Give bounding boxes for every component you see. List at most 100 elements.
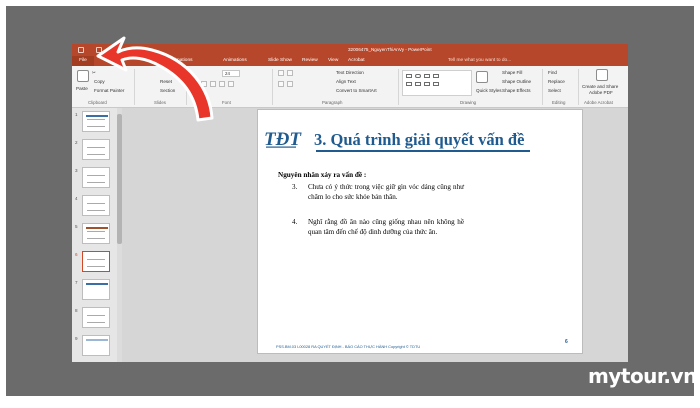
scissors-icon[interactable]: ✂ bbox=[92, 70, 96, 76]
group-clipboard: Clipboard bbox=[88, 100, 107, 105]
redo-icon[interactable] bbox=[114, 47, 120, 53]
thumb-number: 9 bbox=[75, 336, 78, 341]
shape-fill-button[interactable]: Shape Fill bbox=[502, 70, 522, 75]
quick-styles-button[interactable]: Quick Styles bbox=[476, 88, 502, 93]
slide-title[interactable]: 3. Quá trình giải quyết vấn đề bbox=[314, 130, 524, 150]
ribbon-tabs: File nimations Animations Slide Show Rev… bbox=[72, 56, 628, 66]
save-icon[interactable] bbox=[78, 47, 84, 53]
title-underline bbox=[316, 150, 530, 152]
center-icon[interactable] bbox=[287, 81, 293, 87]
thumb-graphic bbox=[87, 315, 105, 323]
group-font: Font bbox=[222, 100, 231, 105]
bold-icon[interactable] bbox=[192, 81, 198, 87]
triangle-icon[interactable] bbox=[406, 82, 412, 86]
create-pdf-label-2[interactable]: Adobe PDF bbox=[589, 90, 613, 95]
bullets-icon[interactable] bbox=[278, 70, 284, 76]
group-drawing: Drawing bbox=[460, 100, 477, 105]
tdtu-logo: TĐT bbox=[264, 129, 302, 150]
shadow-icon[interactable] bbox=[219, 81, 225, 87]
thumb-graphic bbox=[87, 119, 105, 127]
slide-thumbnail[interactable] bbox=[82, 335, 110, 356]
thumb-graphic bbox=[86, 115, 108, 117]
slide-heading[interactable]: Nguyên nhân xảy ra vấn đề : bbox=[278, 171, 366, 179]
underline-icon[interactable] bbox=[210, 81, 216, 87]
adobe-pdf-icon[interactable] bbox=[596, 69, 608, 81]
thumb-graphic bbox=[87, 231, 105, 239]
tab-file[interactable]: File bbox=[72, 56, 94, 66]
tab-acrobat[interactable]: Acrobat bbox=[348, 58, 365, 63]
shape-effects-button[interactable]: Shape Effects bbox=[502, 88, 531, 93]
thumb-graphic bbox=[87, 259, 105, 267]
line-icon[interactable] bbox=[424, 74, 430, 78]
paste-icon[interactable] bbox=[77, 70, 89, 82]
title-bar: 32006475_NguyenThiAnVy - PowerPoint bbox=[72, 44, 628, 56]
shapes-gallery[interactable] bbox=[402, 70, 472, 96]
numbering-icon[interactable] bbox=[287, 70, 293, 76]
mytour-watermark: mytour.vn bbox=[588, 364, 697, 388]
slide-thumbnail[interactable] bbox=[82, 167, 110, 188]
find-button[interactable]: Find bbox=[548, 70, 557, 75]
group-editing: Editing bbox=[552, 100, 566, 105]
align-text-button[interactable]: Align Text bbox=[336, 79, 356, 84]
font-size-box[interactable]: 24 bbox=[222, 70, 240, 77]
paste-button[interactable]: Paste bbox=[76, 86, 88, 91]
replace-button[interactable]: Replace bbox=[548, 79, 565, 84]
font-color-icon[interactable] bbox=[228, 81, 234, 87]
italic-icon[interactable] bbox=[201, 81, 207, 87]
slide-thumbnail[interactable] bbox=[82, 279, 110, 300]
thumb-number: 1 bbox=[75, 112, 78, 117]
thumb-number: 2 bbox=[75, 140, 78, 145]
thumb-number: 6 bbox=[75, 252, 78, 257]
tab-review[interactable]: Review bbox=[302, 58, 318, 63]
thumb-number: 5 bbox=[75, 224, 78, 229]
section-button[interactable]: Section bbox=[160, 88, 175, 93]
slide-canvas[interactable]: TĐT 3. Quá trình giải quyết vấn đề Nguyê… bbox=[257, 109, 583, 354]
select-button[interactable]: Select bbox=[548, 88, 561, 93]
slide-thumbnail[interactable] bbox=[82, 111, 110, 132]
slide-thumbnail[interactable] bbox=[82, 139, 110, 160]
tell-me-box[interactable]: Tell me what you want to do... bbox=[448, 58, 511, 63]
group-adobe-acrobat: Adobe Acrobat bbox=[584, 100, 613, 105]
tab-view[interactable]: View bbox=[328, 58, 338, 63]
tab-transitions[interactable]: nimations bbox=[172, 58, 193, 63]
slide-thumbnail[interactable] bbox=[82, 223, 110, 244]
thumb-graphic bbox=[86, 339, 108, 341]
thumb-graphic bbox=[86, 227, 108, 229]
scrollbar-thumb[interactable] bbox=[117, 114, 122, 244]
shape-outline-button[interactable]: Shape Outline bbox=[502, 79, 531, 84]
undo-icon[interactable] bbox=[96, 47, 102, 53]
copy-button[interactable]: Copy bbox=[94, 79, 105, 84]
list-number: 3. bbox=[292, 183, 298, 191]
slide-thumbnail[interactable] bbox=[82, 195, 110, 216]
arrange-icon[interactable] bbox=[476, 71, 488, 83]
star-icon[interactable] bbox=[415, 82, 421, 86]
divider bbox=[134, 69, 135, 105]
window-title: 32006475_NguyenThiAnVy - PowerPoint bbox=[348, 47, 432, 52]
align-left-icon[interactable] bbox=[278, 81, 284, 87]
create-pdf-label[interactable]: Create and Share bbox=[582, 84, 618, 89]
slide-thumbnails-pane: 1 2 3 4 5 6 7 8 9 bbox=[72, 108, 122, 362]
reset-button[interactable]: Reset bbox=[160, 79, 172, 84]
divider bbox=[398, 69, 399, 105]
list-number: 4. bbox=[292, 218, 298, 226]
thumb-number: 3 bbox=[75, 168, 78, 173]
text-direction-button[interactable]: Text Direction bbox=[336, 70, 364, 75]
slide-footer: PSS.BM.03 L00028 RA QUYẾT ĐỊNH - BÁO CÁO… bbox=[276, 344, 421, 349]
ribbon: Paste ✂ Copy Format Painter Clipboard Re… bbox=[72, 66, 628, 108]
thumb-graphic bbox=[87, 147, 105, 155]
slide-thumbnail[interactable] bbox=[82, 307, 110, 328]
brace-icon[interactable] bbox=[433, 82, 439, 86]
tab-slide-show[interactable]: Slide Show bbox=[268, 58, 292, 63]
thumb-graphic bbox=[87, 175, 105, 183]
arrow-shape-icon[interactable] bbox=[433, 74, 439, 78]
slide-thumbnail-active[interactable] bbox=[82, 251, 110, 272]
thumb-number: 4 bbox=[75, 196, 78, 201]
format-painter-button[interactable]: Format Painter bbox=[94, 88, 124, 93]
tab-animations[interactable]: Animations bbox=[223, 58, 247, 63]
convert-smartart-button[interactable]: Convert to SmartArt bbox=[336, 88, 377, 93]
list-text: Chưa có ý thức trong việc giữ gìn vóc dá… bbox=[308, 183, 464, 201]
callout-icon[interactable] bbox=[424, 82, 430, 86]
oval-icon[interactable] bbox=[415, 74, 421, 78]
divider bbox=[186, 69, 187, 105]
rectangle-icon[interactable] bbox=[406, 74, 412, 78]
